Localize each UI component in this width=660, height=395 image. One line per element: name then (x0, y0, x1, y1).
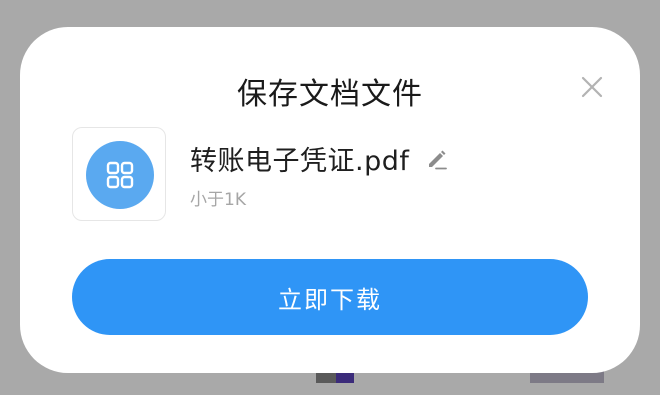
file-name-row: 转账电子凭证.pdf (190, 139, 449, 178)
download-now-button[interactable]: 立即下载 (72, 259, 588, 335)
save-file-dialog: 保存文档文件 转账电子凭证.pdf 小于1K 立即下载 (20, 27, 640, 373)
grid-apps-icon (106, 161, 134, 189)
pencil-edit-icon[interactable] (425, 147, 449, 171)
close-icon (581, 76, 603, 98)
file-name: 转账电子凭证.pdf (190, 146, 410, 177)
file-size: 小于1K (190, 190, 246, 210)
close-button[interactable] (580, 75, 604, 99)
file-type-badge (86, 141, 154, 209)
file-thumbnail (72, 127, 166, 221)
dialog-title: 保存文档文件 (237, 77, 423, 112)
